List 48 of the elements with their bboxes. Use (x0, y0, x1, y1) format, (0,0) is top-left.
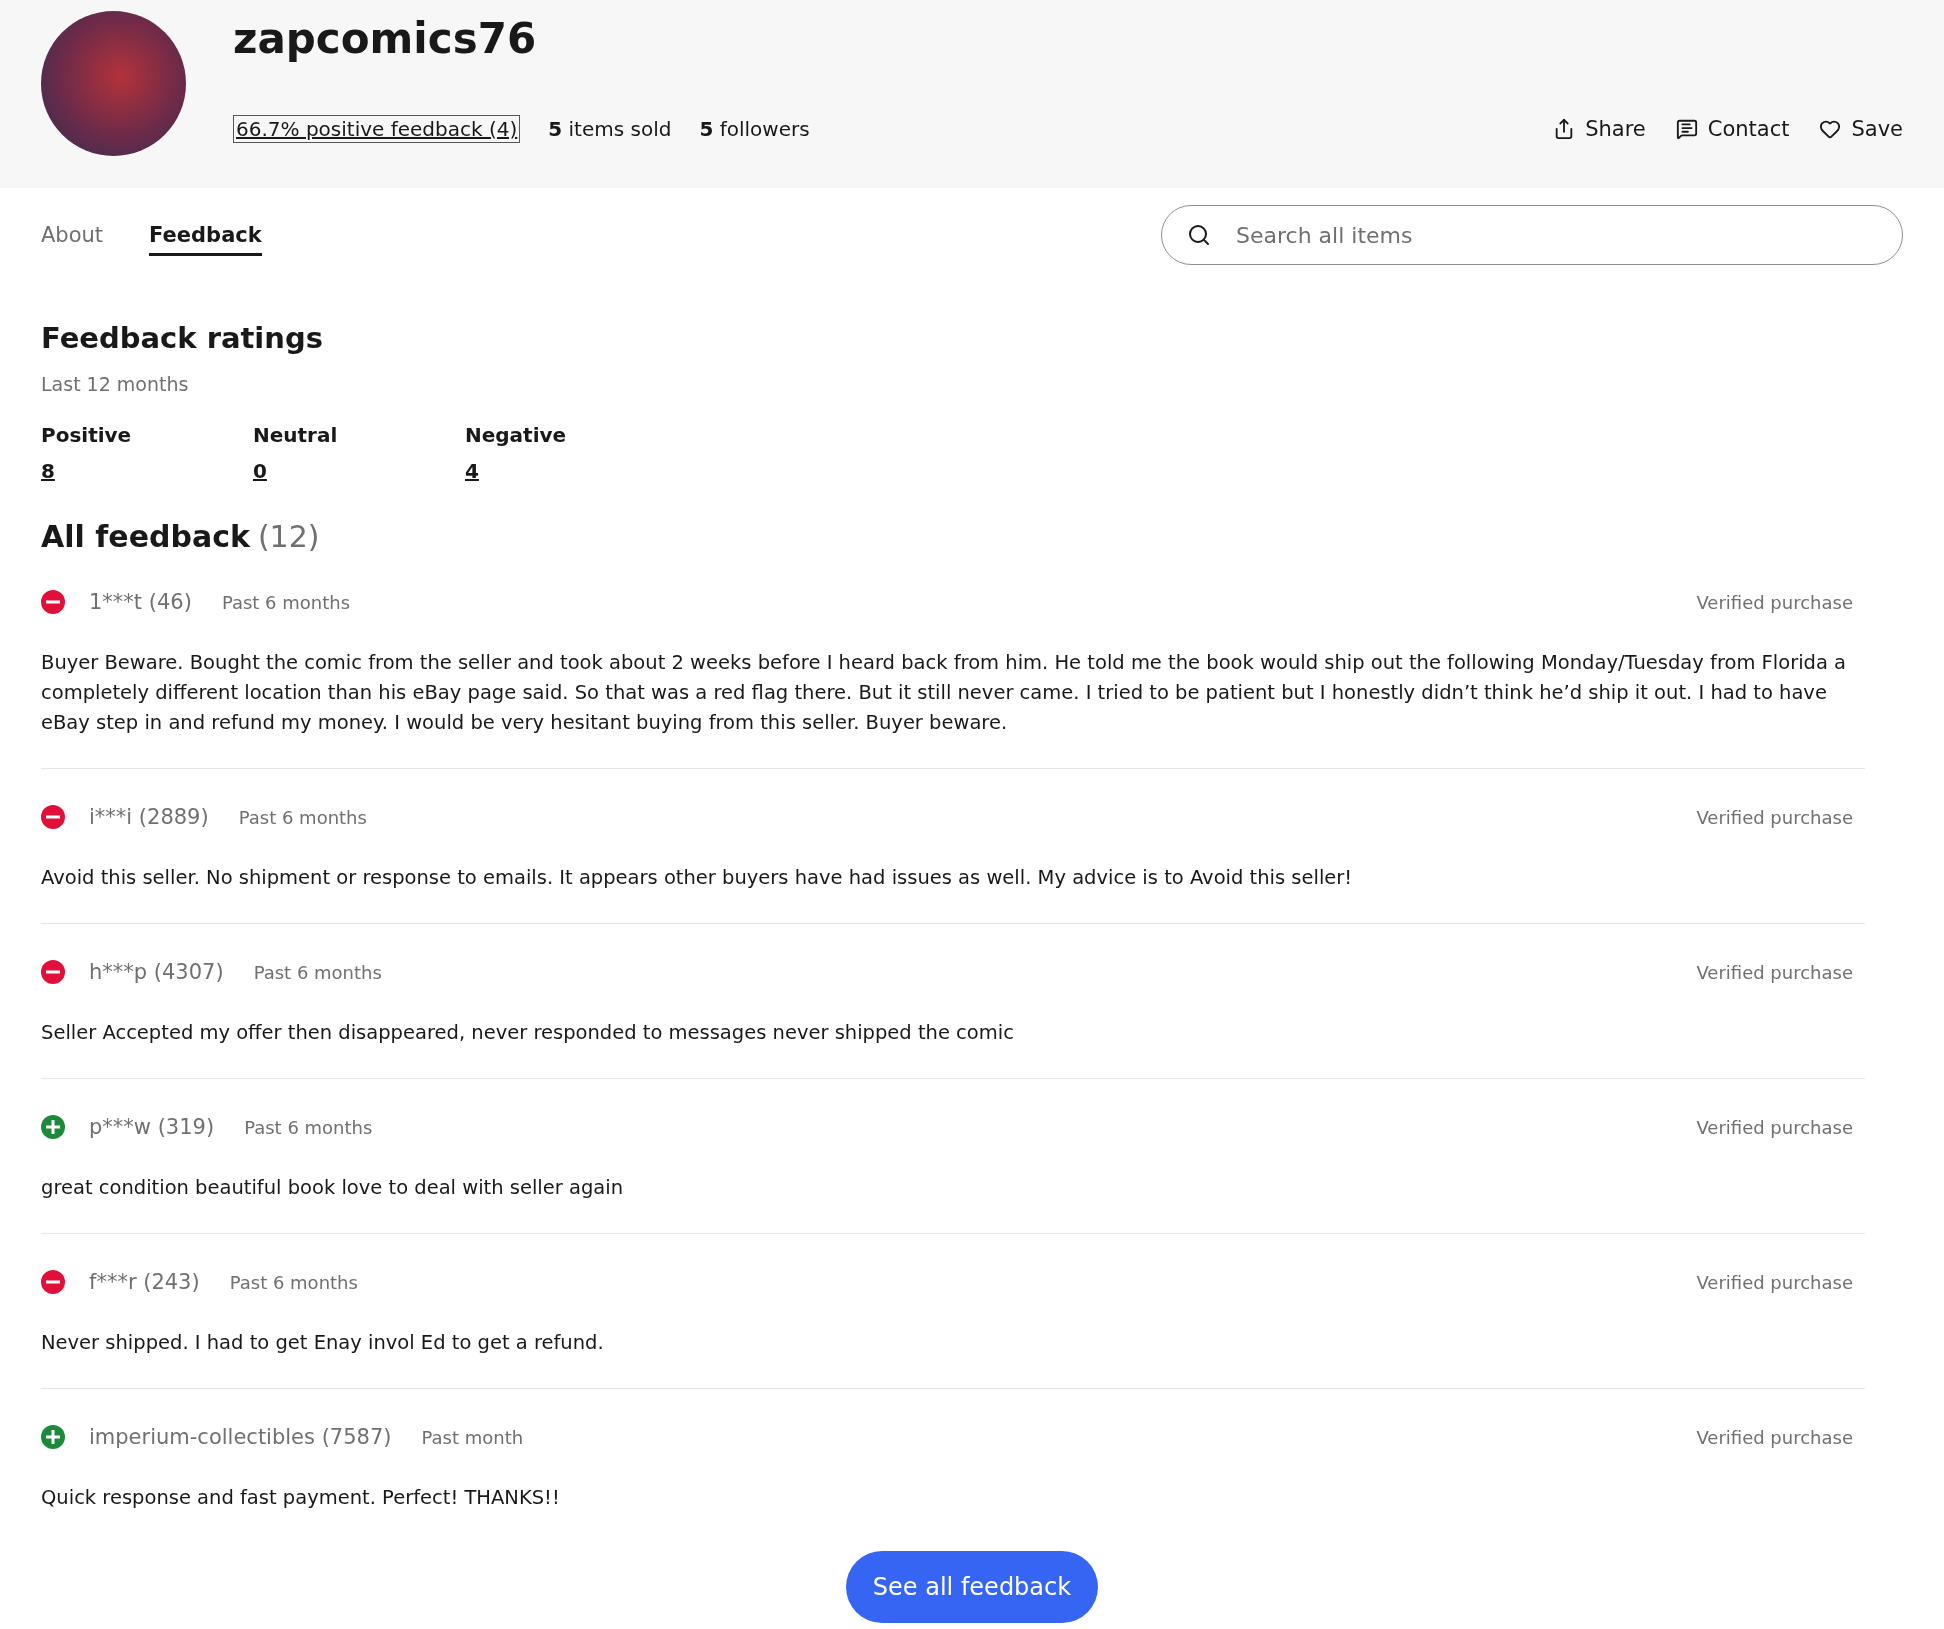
stat-text: 5 followers (699, 117, 810, 141)
feedback-time: Past 6 months (253, 961, 382, 983)
rating-count-link[interactable]: 4 (465, 459, 479, 483)
feedback-count: (12) (257, 519, 320, 554)
username: zapcomics76 (233, 14, 538, 63)
search-field[interactable]: Search all items (1161, 205, 1903, 265)
reviewer-name: f***r (243) (89, 1270, 200, 1294)
feedback-time: Past 6 months (244, 1116, 373, 1138)
share-button[interactable]: Share (1553, 117, 1646, 141)
rating-label: Negative (465, 423, 568, 447)
section-title: Feedback ratings (41, 321, 324, 355)
search-icon (1187, 223, 1211, 247)
verified-label: Verified purchase (1696, 1426, 1853, 1448)
save-button[interactable]: Save (1819, 117, 1903, 141)
feedback-text: Buyer Beware. Bought the comic from the seller and took about 2 weeks before I heard back from him. He told me the book would ship out the following Monday/Tuesday from Florida a completely different location than his eBay page said. So that was a red flag there. But it still never came. I tried to be patient but I honestly didn’t think he’d ship it out. I had to have eBay step in and refund my money. I would be very hesitant buying from this seller. Buyer beware. (41, 650, 1848, 736)
feedback-text: Never shipped. I had to get Enay invol Ed to get a refund. (41, 1330, 605, 1356)
tab[interactable]: Feedback (149, 214, 262, 256)
tab[interactable]: About (41, 214, 104, 256)
heart-icon (1819, 118, 1842, 140)
reviewer-name: p***w (319) (89, 1115, 215, 1139)
stat-text: 5 items sold (548, 117, 672, 141)
reviewer-name: h***p (4307) (89, 960, 224, 984)
period-text: Last 12 months (41, 373, 190, 395)
verified-label: Verified purchase (1696, 961, 1853, 983)
feedback-text: great condition beautiful book love to deal with seller again (41, 1175, 625, 1201)
feedback-time: Past 6 months (229, 1271, 358, 1293)
rating-count-link[interactable]: 0 (253, 459, 267, 483)
verified-label: Verified purchase (1696, 1271, 1853, 1293)
verified-label: Verified purchase (1696, 806, 1853, 828)
see-all-feedback-button[interactable]: See all feedback (846, 1551, 1098, 1623)
reviewer-name: 1***t (46) (89, 590, 192, 614)
feedback-time: Past 6 months (221, 591, 351, 613)
rating-label: Positive (41, 423, 133, 447)
verified-label: Verified purchase (1696, 1116, 1853, 1138)
section-title: All feedback (41, 519, 250, 554)
feedback-link[interactable]: 66.7% positive feedback (4) (233, 115, 521, 143)
chat-icon (1675, 118, 1698, 140)
feedback-time: Past 6 months (238, 806, 367, 828)
verified-label: Verified purchase (1696, 591, 1853, 613)
rating-label: Neutral (253, 423, 339, 447)
reviewer-name: imperium-collectibles (7587) (89, 1425, 392, 1449)
feedback-time: Past month (421, 1426, 524, 1448)
contact-button[interactable]: Contact (1675, 117, 1790, 141)
feedback-text: Seller Accepted my offer then disappeared, never responded to messages never shipped the comic (41, 1020, 1015, 1046)
feedback-text: Quick response and fast payment. Perfect! THANKS!! (41, 1485, 561, 1511)
feedback-text: Avoid this seller. No shipment or response to emails. It appears other buyers have had issues as well. My advice is to Avoid this seller! (41, 865, 1354, 891)
rating-count-link[interactable]: 8 (41, 459, 55, 483)
reviewer-name: i***i (2889) (89, 805, 209, 829)
